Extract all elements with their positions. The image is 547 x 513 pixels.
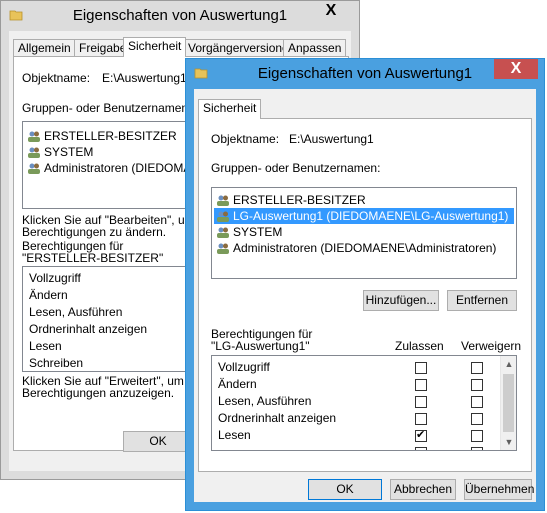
front-ok-button[interactable]: OK [308, 479, 382, 500]
permission-name: Ordnerinhalt anzeigen [29, 322, 148, 336]
allow-checkbox[interactable] [415, 379, 427, 391]
user-name: LG-Auswertung1 (DIEDOMAENE\LG-Auswertung… [233, 209, 509, 223]
scroll-up-icon[interactable]: ▲ [501, 356, 516, 372]
permission-name: Lesen, Ausführen [218, 394, 312, 408]
allow-checkbox[interactable] [415, 413, 427, 425]
front-properties-window: Eigenschaften von Auswertung1 X Sicherhe… [185, 58, 545, 511]
front-tab-panel: Objektname: E:\Auswertung1 Gruppen- oder… [198, 118, 532, 472]
permission-name: Lesen [29, 339, 62, 353]
tab-sicherheit[interactable]: Sicherheit [123, 37, 187, 57]
scroll-down-icon[interactable]: ▼ [501, 434, 516, 450]
add-button[interactable]: Hinzufügen... [363, 290, 439, 311]
groups-label: Gruppen- oder Benutzernamen: [22, 101, 192, 115]
users-icon [217, 243, 229, 254]
users-icon [217, 227, 229, 238]
permission-name: Vollzugriff [218, 360, 270, 374]
user-name: ERSTELLER-BESITZER [233, 193, 366, 207]
list-item[interactable]: ERSTELLER-BESITZER [216, 192, 366, 208]
deny-checkbox[interactable] [471, 413, 483, 425]
scroll-thumb[interactable] [503, 374, 514, 432]
perm-for-user: "LG-Auswertung1" [211, 339, 310, 353]
list-item[interactable]: ERSTELLER-BESITZER [27, 128, 177, 144]
permission-name: Ändern [218, 377, 257, 391]
cancel-button[interactable]: Abbrechen [390, 479, 456, 500]
users-icon [217, 195, 229, 206]
back-ok-button[interactable]: OK [123, 431, 193, 452]
back-window-title: Eigenschaften von Auswertung1 [72, 7, 288, 24]
groups-label: Gruppen- oder Benutzernamen: [211, 161, 381, 175]
deny-checkbox[interactable] [471, 447, 483, 450]
edit-hint-line2: Berechtigungen zu ändern. [22, 225, 167, 239]
front-permission-list: Vollzugriff Ändern Lesen, Ausführen Ordn… [211, 355, 517, 451]
object-name-label: Objektname: [22, 71, 91, 85]
user-name: Administratoren (DIEDOMAENE\Administrato… [233, 241, 497, 255]
allow-checkbox[interactable] [415, 396, 427, 408]
deny-checkbox[interactable] [471, 362, 483, 374]
advanced-hint-line2: Berechtigungen anzuzeigen. [22, 386, 175, 400]
tab-anpassen[interactable]: Anpassen [283, 39, 347, 56]
allow-checkbox[interactable] [415, 447, 427, 450]
remove-button[interactable]: Entfernen [447, 290, 517, 311]
permission-scrollbar[interactable]: ▲ ▼ [500, 356, 516, 450]
permission-name: Lesen [218, 428, 251, 442]
front-user-list[interactable]: ERSTELLER-BESITZER LG-Auswertung1 (DIEDO… [211, 187, 517, 279]
deny-checkbox[interactable] [471, 379, 483, 391]
front-window-title: Eigenschaften von Auswertung1 [257, 65, 473, 82]
users-icon [217, 211, 229, 222]
deny-checkbox[interactable] [471, 430, 483, 442]
users-icon [28, 131, 40, 142]
back-user-list[interactable]: ERSTELLER-BESITZER SYSTEM Administratore… [22, 121, 202, 209]
deny-column-header: Verweigern [461, 339, 522, 353]
list-item[interactable]: Administratoren (DIEDOMAENE\Administrato… [216, 240, 496, 256]
tab-allgemein[interactable]: Allgemein [13, 39, 76, 56]
permission-name: Vollzugriff [29, 271, 81, 285]
list-item[interactable]: SYSTEM [216, 224, 282, 240]
front-titlebar[interactable]: Eigenschaften von Auswertung1 X [186, 59, 544, 89]
front-close-button[interactable]: X [494, 59, 538, 79]
tab-sicherheit[interactable]: Sicherheit [198, 99, 262, 119]
permission-name: Ändern [29, 288, 68, 302]
apply-button[interactable]: Übernehmen [464, 479, 534, 500]
users-icon [28, 163, 40, 174]
user-name: SYSTEM [233, 225, 283, 239]
back-close-button[interactable]: X [309, 1, 353, 21]
perm-for-user: "ERSTELLER-BESITZER" [22, 251, 164, 265]
front-client: Sicherheit Objektname: E:\Auswertung1 Gr… [194, 89, 536, 502]
permission-name: Lesen, Ausführen [29, 305, 123, 319]
allow-checkbox[interactable] [415, 362, 427, 374]
allow-checkbox[interactable] [415, 428, 427, 442]
object-name-value: E:\Auswertung1 [289, 132, 374, 146]
object-name-label: Objektname: [211, 132, 280, 146]
permission-name: Ordnerinhalt anzeigen [218, 411, 337, 425]
back-permission-list: Vollzugriff Ändern Lesen, Ausführen Ordn… [22, 266, 202, 372]
back-titlebar[interactable]: Eigenschaften von Auswertung1 X [1, 1, 359, 31]
user-name: SYSTEM [44, 145, 94, 159]
deny-checkbox[interactable] [471, 396, 483, 408]
allow-column-header: Zulassen [395, 339, 444, 353]
user-name: Administratoren (DIEDOMAENE [44, 161, 202, 175]
permission-name: Schreiben [29, 356, 84, 370]
object-name-value: E:\Auswertung1 [102, 71, 187, 85]
list-item[interactable]: SYSTEM [27, 144, 93, 160]
list-item-selected[interactable]: LG-Auswertung1 (DIEDOMAENE\LG-Auswertung… [214, 208, 514, 224]
users-icon [28, 147, 40, 158]
user-name: ERSTELLER-BESITZER [44, 129, 177, 143]
list-item[interactable]: Administratoren (DIEDOMAENE [27, 160, 202, 176]
